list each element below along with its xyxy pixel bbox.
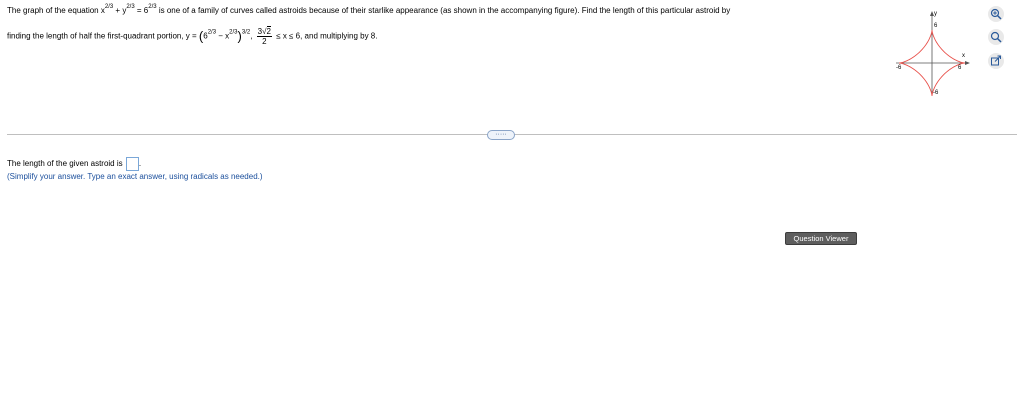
- astroid-figure: y x 6 -6 -6 6: [896, 11, 970, 96]
- zoom-out-button[interactable]: [988, 29, 1004, 45]
- left-label: -6: [896, 65, 902, 71]
- popout-icon: [991, 55, 1001, 66]
- answer-input[interactable]: [125, 157, 139, 171]
- fraction-numerator: 3√2: [256, 26, 272, 37]
- popout-button[interactable]: [988, 53, 1004, 69]
- fraction-denominator: 2: [262, 37, 267, 46]
- question-line-1: The graph of the equation x2/3 + y2/3 = …: [7, 4, 731, 15]
- question-viewer-button[interactable]: Question Viewer: [785, 232, 857, 245]
- y-axis-label: y: [934, 11, 937, 17]
- x-axis-arrow: [965, 61, 970, 65]
- right-label: 6: [958, 65, 962, 71]
- zoom-in-button[interactable]: [988, 6, 1004, 22]
- equation: x2/3 + y2/3 = 62/3: [100, 4, 157, 15]
- question-line-2: finding the length of half the first-qua…: [7, 26, 378, 46]
- expand-more-button[interactable]: ·····: [487, 130, 515, 140]
- zoom-out-icon: [990, 31, 1002, 43]
- lower-bound-fraction: 3√2 2: [256, 26, 272, 46]
- bottom-label: -6: [933, 90, 939, 96]
- answer-hint: (Simplify your answer. Type an exact ans…: [7, 172, 263, 181]
- x-axis-label: x: [962, 53, 965, 59]
- answer-line: The length of the given astroid is .: [7, 157, 141, 171]
- top-label: 6: [934, 23, 938, 29]
- zoom-in-icon: [990, 8, 1002, 20]
